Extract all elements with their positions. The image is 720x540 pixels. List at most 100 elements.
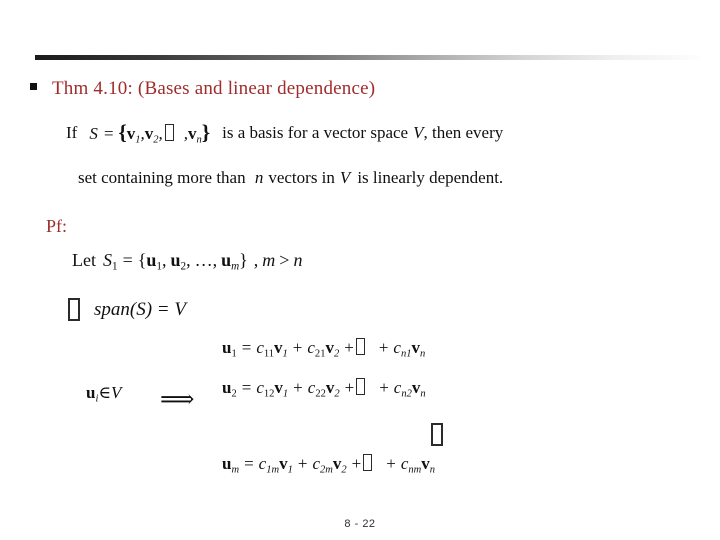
theorem-if-word: If: [66, 122, 78, 142]
eq2-plus-1: +: [293, 378, 303, 397]
theorem-heading: Thm 4.10: (Bases and linear dependence): [52, 78, 376, 99]
eqm-coeff-2: c: [312, 454, 320, 473]
count-m: m: [262, 250, 276, 270]
missing-glyph-vertical-ellipsis-icon: [431, 422, 443, 446]
vertical-ellipsis-row: [222, 416, 552, 452]
membership-space-v: V: [111, 383, 122, 402]
let-close-brace: }: [239, 250, 248, 270]
let-trailing-comma: ,: [253, 250, 259, 270]
vector-um: u: [221, 250, 232, 270]
proof-span-line: span(S) = V: [68, 298, 186, 321]
slide-canvas: Thm 4.10: (Bases and linear dependence) …: [0, 0, 720, 540]
eq2-vec-2-index: 2: [334, 388, 340, 400]
let-comma-2: ,: [186, 250, 191, 270]
set-symbol-s: S: [89, 124, 98, 143]
membership-statement: ui∈V: [86, 383, 121, 404]
theorem-line1-tail-a: is a basis for a vector space: [222, 122, 409, 142]
let-comma-1: ,: [161, 250, 167, 270]
equation-u2: u2 = c12v1 + c22v2 + + cn2vn: [222, 376, 552, 416]
greater-than-sign: >: [279, 250, 290, 270]
theorem-line2-c: is linearly dependent.: [357, 168, 504, 187]
implies-arrow-icon: ⟹: [160, 387, 195, 413]
eq2-plus-3: +: [379, 378, 389, 397]
eq1-vec-1: v: [274, 338, 283, 357]
set-symbol-s1: S: [103, 250, 112, 270]
eq1-coeff-2: c: [307, 338, 315, 357]
eqm-plus-1: +: [297, 454, 308, 473]
eq2-coeff-1: c: [256, 378, 264, 397]
vector-u2: u: [170, 250, 181, 270]
eq2-coeff-2-index: 22: [315, 388, 326, 400]
vector-u1: u: [146, 250, 157, 270]
let-keyword: Let: [72, 250, 96, 270]
comma-2: ,: [158, 124, 163, 143]
page-number: 8 - 22: [344, 518, 376, 530]
eq2-equals: =: [241, 378, 252, 397]
eq1-coeff-2-index: 21: [314, 348, 326, 360]
open-brace: {: [118, 120, 127, 144]
missing-glyph-ellipsis-icon: [355, 338, 365, 355]
theorem-line2-a: set containing more than: [78, 168, 246, 187]
eq1-vec-2: v: [325, 338, 334, 357]
let-ellipsis: …: [194, 250, 213, 270]
theorem-statement-line-2: set containing more than n vectors in Vis …: [78, 168, 503, 188]
eq2-vec-3-index: n: [420, 388, 426, 400]
eq1-coeff-3: c: [393, 338, 401, 357]
theorem-line2-b: vectors in: [268, 168, 335, 187]
eqm-equals: =: [244, 454, 254, 473]
equation-u1: u1 = c11v1 + c21v2 + + cn1vn: [222, 336, 552, 376]
theorem-statement-line-1: If S = {v1,v2, ,vn} is a basis for a vector…: [66, 120, 503, 145]
theorem-line1-tail-b: , then every: [423, 122, 504, 142]
eqm-vec-2-index: 2: [341, 464, 347, 476]
eq2-vec-1: v: [274, 378, 283, 397]
eq1-coeff-3-index: n1: [400, 348, 412, 360]
eqm-vec-1: v: [279, 454, 288, 473]
eqm-coeff-2-index: 2m: [320, 464, 333, 476]
element-of-icon: ∈: [98, 383, 111, 402]
proof-label: Pf:: [46, 216, 68, 236]
close-brace: }: [201, 120, 211, 144]
eq1-coeff-1-index: 11: [263, 348, 275, 360]
eqm-vec-3-index: n: [429, 464, 436, 476]
eq1-plus-3: +: [378, 338, 389, 357]
proof-let-line: Let S1 = {u1, u2,…, um}, m > n: [72, 250, 302, 273]
dimension-n: n: [254, 168, 264, 187]
eq1-vec-1-index: 1: [282, 348, 288, 360]
let-equals: =: [122, 250, 133, 270]
linear-combination-equations: u1 = c11v1 + c21v2 + + cn1vn u2 = c12v1 + c22v2 + + cn…: [222, 336, 552, 492]
eq2-coeff-1-index: 12: [263, 388, 275, 400]
eq2-coeff-3-index: n2: [401, 388, 412, 400]
eqm-plus-3: +: [386, 454, 396, 473]
eq1-vec-2-index: 2: [333, 348, 340, 360]
eqm-coeff-3-index: nm: [408, 464, 422, 476]
eqm-plus-2: +: [351, 454, 362, 473]
theorem-line2-v: V: [339, 168, 351, 187]
title-divider-rule: [35, 55, 700, 60]
basis-set-expression: S = {v1,v2, ,vn}: [89, 120, 210, 145]
eqm-coeff-1-index: 1m: [266, 464, 280, 476]
vector-um-index: m: [231, 260, 240, 273]
eq1-coeff-1: c: [256, 338, 264, 357]
equation-um: um = c1mv1 + c2mv2 + + cnmvn: [222, 452, 552, 492]
eqm-lhs-index: m: [231, 464, 240, 476]
set-s1-index: 1: [112, 260, 118, 273]
count-n: n: [293, 250, 303, 270]
square-bullet-icon: [30, 83, 37, 90]
missing-glyph-ellipsis-icon: [164, 124, 174, 141]
eq2-vec-1-index: 1: [282, 388, 289, 400]
eqm-vec-1-index: 1: [287, 464, 293, 476]
missing-glyph-ellipsis-icon: [356, 378, 366, 395]
eq1-vec-3-index: n: [419, 348, 426, 360]
let-comma-3: ,: [212, 250, 218, 270]
equals-sign: =: [102, 124, 115, 143]
eq1-equals: =: [241, 338, 252, 357]
span-equals-v-expression: span(S) = V: [94, 298, 186, 320]
vector-v1: v: [126, 124, 136, 143]
missing-glyph-ellipsis-icon: [363, 454, 373, 471]
eq1-lhs-index: 1: [231, 348, 237, 360]
eq2-lhs-index: 2: [231, 388, 237, 400]
vector-v2: v: [144, 124, 154, 143]
theorem-heading-row: Thm 4.10: (Bases and linear dependence): [30, 78, 700, 101]
eq1-plus-1: +: [292, 338, 303, 357]
vector-space-v: V: [413, 122, 424, 142]
